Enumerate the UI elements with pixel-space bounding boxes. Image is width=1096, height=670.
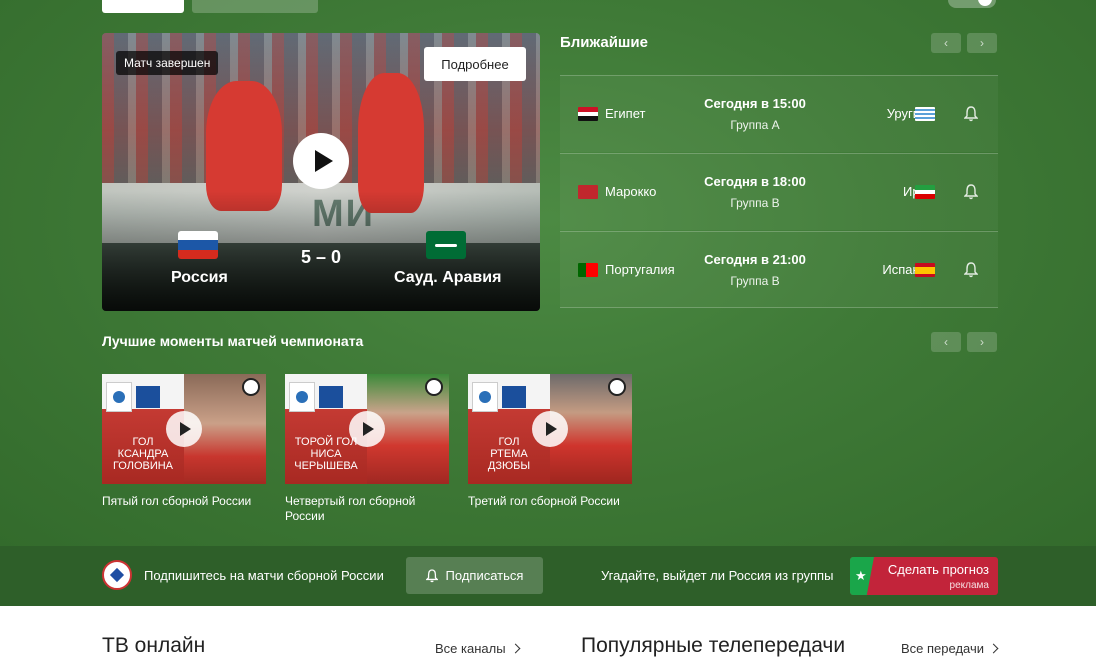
next-arrow-button[interactable]: › xyxy=(967,332,997,352)
toggle-switch[interactable] xyxy=(948,0,996,8)
ad-label: реклама xyxy=(949,580,989,591)
world-cup-logo-icon xyxy=(106,382,132,412)
subscribe-button-label: Подписаться xyxy=(445,568,524,583)
make-prediction-button[interactable]: ★ Сделать прогноз реклама xyxy=(850,557,998,595)
highlights-title: Лучшие моменты матчей чемпионата xyxy=(102,333,364,349)
iran-flag-icon xyxy=(915,185,935,199)
highlight-caption[interactable]: Третий гол сборной России xyxy=(468,494,632,509)
bell-icon xyxy=(425,568,438,582)
highlight-card[interactable]: ГОЛ КСАНДРА ГОЛОВИНА Пятый гол сборной Р… xyxy=(102,374,266,509)
status-badge: Матч завершен xyxy=(116,51,219,75)
bell-icon[interactable] xyxy=(964,184,978,200)
morocco-flag-icon xyxy=(578,185,598,199)
channel-one-logo-icon xyxy=(502,386,526,408)
football-icon xyxy=(608,378,626,396)
home-team: Египет xyxy=(605,106,646,121)
all-shows-link[interactable]: Все передачи xyxy=(901,641,999,656)
tv-online-title: ТВ онлайн xyxy=(102,634,206,657)
chevron-right-icon xyxy=(988,643,999,654)
football-logo-icon xyxy=(102,560,132,590)
tab-active[interactable] xyxy=(102,0,184,13)
uruguay-flag-icon xyxy=(915,107,935,121)
match-time: Сегодня в 21:00 xyxy=(704,252,806,267)
tab-inactive[interactable] xyxy=(192,0,318,13)
highlight-card[interactable]: ТОРОЙ ГОЛ НИСА ЧЕРЫШЕВА Четвертый гол сб… xyxy=(285,374,449,524)
world-cup-logo-icon xyxy=(289,382,315,412)
football-icon xyxy=(242,378,260,396)
subscribe-bar: Подпишитесь на матчи сборной России Подп… xyxy=(0,546,1096,606)
highlight-thumbnail[interactable]: ТОРОЙ ГОЛ НИСА ЧЕРЫШЕВА xyxy=(285,374,449,484)
guess-text: Угадайте, выйдет ли Россия из группы xyxy=(601,568,834,583)
football-icon xyxy=(425,378,443,396)
predict-button-label: Сделать прогноз xyxy=(887,562,989,577)
away-team-name: Сауд. Аравия xyxy=(394,269,502,286)
star-icon: ★ xyxy=(855,568,867,583)
match-group: Группа B xyxy=(730,196,780,210)
all-channels-link[interactable]: Все каналы xyxy=(435,641,521,656)
spain-flag-icon xyxy=(915,263,935,277)
match-video-player[interactable]: МИ Матч завершен Подробнее Россия 5 – 0 … xyxy=(102,33,540,311)
world-cup-logo-icon xyxy=(472,382,498,412)
match-time: Сегодня в 18:00 xyxy=(704,174,806,189)
toggle-knob xyxy=(978,0,992,6)
match-row[interactable]: Марокко Сегодня в 18:00 Группа B Иран xyxy=(560,153,998,230)
subscribe-button[interactable]: Подписаться xyxy=(406,557,543,594)
subscribe-text: Подпишитесь на матчи сборной России xyxy=(144,568,384,583)
highlight-caption[interactable]: Четвертый гол сборной России xyxy=(285,494,449,524)
match-group: Группа B xyxy=(730,274,780,288)
highlight-thumbnail[interactable]: ГОЛ КСАНДРА ГОЛОВИНА xyxy=(102,374,266,484)
portugal-flag-icon xyxy=(578,263,598,277)
highlight-card[interactable]: ГОЛ РТЕМА ДЗЮБЫ Третий гол сборной Росси… xyxy=(468,374,632,509)
match-row[interactable]: Португалия Сегодня в 21:00 Группа B Испа… xyxy=(560,231,998,308)
highlight-caption[interactable]: Пятый гол сборной России xyxy=(102,494,266,509)
play-icon[interactable] xyxy=(532,411,568,447)
popular-shows-title: Популярные телепередачи xyxy=(581,634,846,657)
play-icon[interactable] xyxy=(349,411,385,447)
all-channels-label: Все каналы xyxy=(435,641,506,656)
match-group: Группа А xyxy=(730,118,780,132)
saudi-arabia-flag-icon xyxy=(426,231,466,259)
all-shows-label: Все передачи xyxy=(901,641,985,656)
russia-flag-icon xyxy=(178,231,218,259)
upcoming-title: Ближайшие xyxy=(560,34,648,51)
prev-arrow-button[interactable]: ‹ xyxy=(931,332,961,352)
bell-icon[interactable] xyxy=(964,262,978,278)
bell-icon[interactable] xyxy=(964,106,978,122)
home-team: Португалия xyxy=(605,262,675,277)
match-score: 5 – 0 xyxy=(301,247,342,267)
home-team: Марокко xyxy=(605,184,657,199)
home-team-name: Россия xyxy=(171,269,228,286)
chevron-right-icon xyxy=(510,643,521,654)
egypt-flag-icon xyxy=(578,107,598,121)
next-arrow-button[interactable]: › xyxy=(967,33,997,53)
prev-arrow-button[interactable]: ‹ xyxy=(931,33,961,53)
play-icon[interactable] xyxy=(293,133,349,189)
details-button[interactable]: Подробнее xyxy=(424,47,526,81)
upcoming-arrows: ‹ › xyxy=(931,33,997,53)
match-time: Сегодня в 15:00 xyxy=(704,96,806,111)
channel-one-logo-icon xyxy=(319,386,343,408)
channel-one-logo-icon xyxy=(136,386,160,408)
highlights-arrows: ‹ › xyxy=(931,332,997,352)
play-icon[interactable] xyxy=(166,411,202,447)
highlight-thumbnail[interactable]: ГОЛ РТЕМА ДЗЮБЫ xyxy=(468,374,632,484)
match-row[interactable]: Египет Сегодня в 15:00 Группа А Уругвай xyxy=(560,75,998,152)
